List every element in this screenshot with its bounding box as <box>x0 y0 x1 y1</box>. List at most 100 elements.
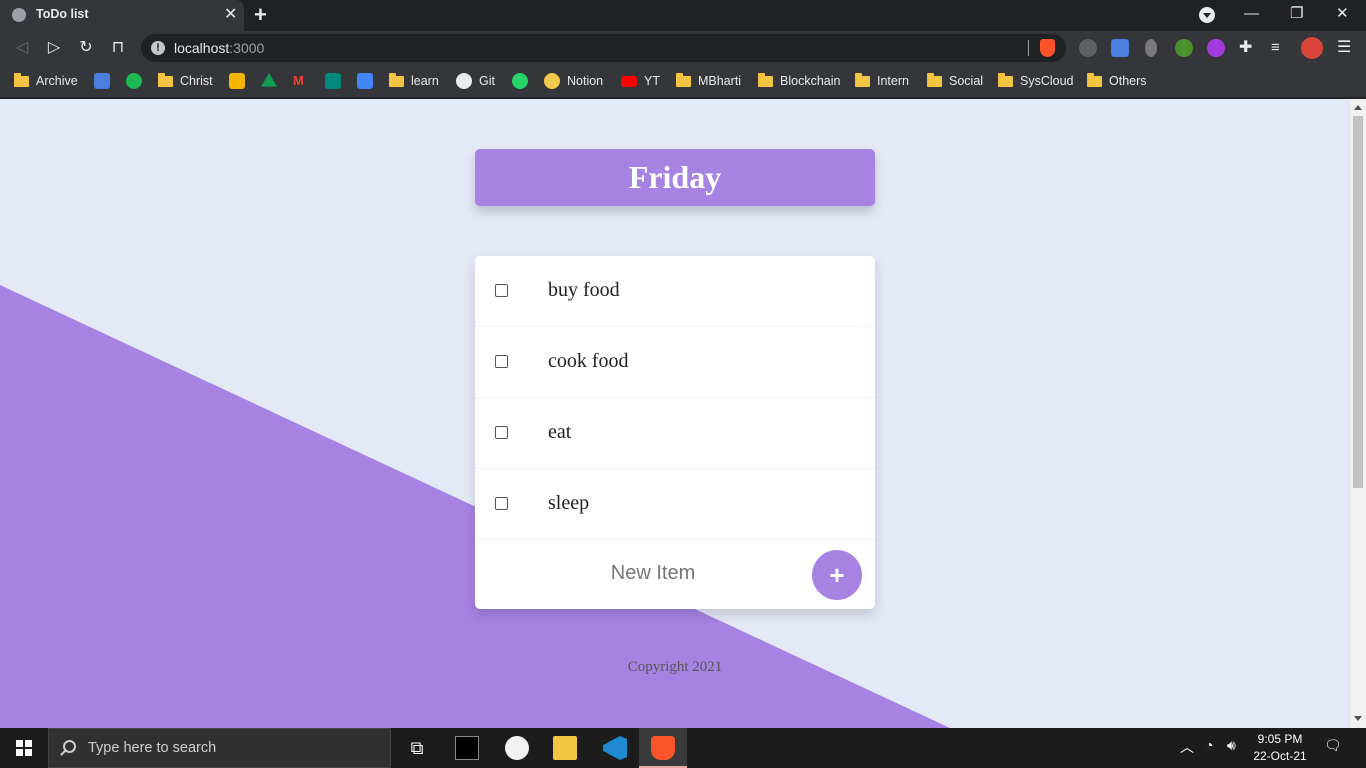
scroll-thumb[interactable] <box>1353 116 1363 488</box>
windows-start-icon[interactable] <box>16 740 32 756</box>
brave-shields-icon[interactable] <box>1040 39 1055 57</box>
tab-todo-list[interactable]: ToDo list ✕ <box>0 0 244 31</box>
tab-title: ToDo list <box>36 7 89 21</box>
list-item: cook food <box>475 327 875 398</box>
bookmark-youtube[interactable]: YT <box>621 72 660 90</box>
restore-button[interactable]: ❐ <box>1290 4 1303 24</box>
gmail-icon: M <box>293 73 304 88</box>
profile-avatar[interactable] <box>1301 37 1323 59</box>
google-translate-icon[interactable] <box>1111 39 1129 57</box>
folder-icon <box>927 72 942 87</box>
day-heading-box: Friday <box>475 149 875 206</box>
url-text[interactable]: localhost:3000 <box>174 40 264 56</box>
bookmark-gmail[interactable]: M <box>293 72 316 90</box>
folder-icon <box>14 72 29 87</box>
terminal-icon[interactable] <box>455 736 479 760</box>
taskbar-search-box[interactable]: Type here to search <box>48 728 391 768</box>
bookmark-blockchain[interactable]: Blockchain <box>758 72 840 90</box>
windows-taskbar: Type here to search ⧉ ︿ ◔ 🔊︎ 9:05 PM 22-… <box>0 728 1366 768</box>
extension-mouse-icon[interactable] <box>1145 39 1157 57</box>
youtube-icon <box>621 75 637 87</box>
folder-icon <box>389 72 404 87</box>
bookmark-spotify[interactable] <box>126 72 149 90</box>
folder-icon <box>758 72 773 87</box>
extension-glasses-icon[interactable] <box>1079 39 1097 57</box>
new-item-input[interactable] <box>495 553 811 593</box>
tab-search-icon[interactable] <box>1199 7 1215 23</box>
wifi-icon[interactable]: ◔ <box>1205 737 1213 753</box>
extensions-puzzle-icon[interactable]: ✚ <box>1239 39 1257 57</box>
taskbar-search-placeholder: Type here to search <box>88 740 217 756</box>
bookmark-google-calendar[interactable] <box>357 72 380 90</box>
back-button[interactable]: ◁ <box>11 37 33 59</box>
close-window-button[interactable]: ✕ <box>1336 4 1349 24</box>
item-checkbox[interactable] <box>495 355 508 368</box>
bookmark-notion[interactable]: Notion <box>544 72 603 90</box>
google-drive-icon <box>261 73 277 87</box>
bookmark-mbharti[interactable]: MBharti <box>676 72 741 90</box>
bookmarks-bar: Archive Christ M learn Git Notion YT MBh… <box>0 65 1366 98</box>
vscode-icon[interactable] <box>603 736 627 760</box>
notification-icon[interactable]: 🗨︎ <box>1324 737 1342 754</box>
clock-time[interactable]: 9:05 PM <box>1252 732 1308 746</box>
page-scrollbar[interactable] <box>1350 99 1366 728</box>
scroll-down-arrow-icon[interactable] <box>1354 716 1362 721</box>
minimize-button[interactable]: — <box>1244 4 1259 24</box>
list-item: eat <box>475 398 875 469</box>
folder-icon <box>676 72 691 87</box>
google-classroom-icon <box>229 73 245 89</box>
scroll-up-arrow-icon[interactable] <box>1354 105 1362 110</box>
bookmark-syscloud[interactable]: SysCloud <box>998 72 1074 90</box>
app-w-icon[interactable] <box>505 736 529 760</box>
site-info-icon[interactable]: ! <box>151 41 165 55</box>
item-text: cook food <box>548 350 629 372</box>
bookmark-whatsapp[interactable] <box>512 72 535 90</box>
folder-icon <box>855 72 870 87</box>
bookmark-google-forms[interactable] <box>94 72 117 90</box>
clock-date[interactable]: 22-Oct-21 <box>1250 749 1310 763</box>
media-control-icon[interactable]: ≡ <box>1271 39 1289 57</box>
forward-button[interactable]: ▷ <box>43 37 65 59</box>
extension-purple-icon[interactable] <box>1207 39 1225 57</box>
item-text: eat <box>548 421 572 443</box>
taskbar-brave-active[interactable] <box>639 728 687 768</box>
bookmark-git[interactable]: Git <box>456 72 495 90</box>
page-viewport: Friday buy food cook food eat sleep + Co… <box>0 99 1350 728</box>
file-explorer-icon[interactable] <box>553 736 577 760</box>
bookmark-archive[interactable]: Archive <box>14 72 78 90</box>
new-tab-button[interactable]: + <box>254 3 267 27</box>
item-checkbox[interactable] <box>495 497 508 510</box>
bookmark-learn[interactable]: learn <box>389 72 439 90</box>
bookmark-google-meet[interactable] <box>325 72 348 90</box>
google-meet-icon <box>325 73 341 89</box>
bookmark-social[interactable]: Social <box>927 72 983 90</box>
extension-tree-icon[interactable] <box>1175 39 1193 57</box>
item-checkbox[interactable] <box>495 284 508 297</box>
item-checkbox[interactable] <box>495 426 508 439</box>
folder-icon <box>1087 72 1102 87</box>
bookmark-others[interactable]: Others <box>1087 72 1147 90</box>
folder-icon <box>998 72 1013 87</box>
google-calendar-icon <box>357 73 373 89</box>
bookmark-intern[interactable]: Intern <box>855 72 909 90</box>
browser-toolbar: ◁ ▷ ↻ ⊓ ! localhost:3000 ✚ ≡ ☰ <box>0 31 1366 65</box>
volume-icon[interactable]: 🔊︎ <box>1227 737 1236 754</box>
close-tab-icon[interactable]: ✕ <box>224 5 237 25</box>
github-icon <box>456 73 472 89</box>
add-item-button[interactable]: + <box>812 550 862 600</box>
reload-button[interactable]: ↻ <box>75 37 97 59</box>
whatsapp-icon <box>512 73 528 89</box>
address-bar[interactable]: ! localhost:3000 <box>141 34 1066 62</box>
task-view-icon[interactable]: ⧉ <box>405 736 429 760</box>
show-hidden-icons-chevron-up-icon[interactable]: ︿ <box>1180 737 1194 757</box>
item-text: buy food <box>548 279 620 301</box>
bookmark-christ[interactable]: Christ <box>158 72 213 90</box>
bookmark-icon[interactable]: ⊓ <box>107 37 129 59</box>
bookmark-google-classroom[interactable] <box>229 72 252 90</box>
list-item: sleep <box>475 469 875 540</box>
footer-copyright: Copyright 2021 <box>627 659 723 675</box>
bookmark-google-drive[interactable] <box>261 72 284 90</box>
spotify-icon <box>126 73 142 89</box>
browser-menu-icon[interactable]: ☰ <box>1337 39 1355 57</box>
globe-icon <box>12 8 26 22</box>
